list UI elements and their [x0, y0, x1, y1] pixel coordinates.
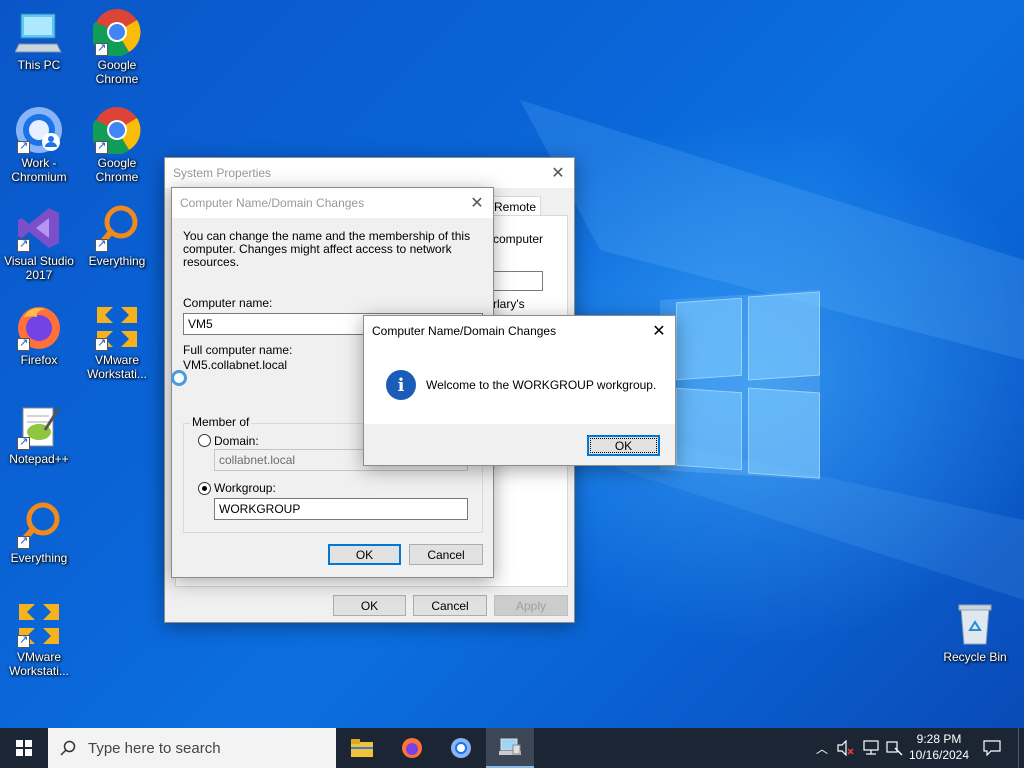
desktop-icon-vmware-2[interactable]: VMware Workstati...	[0, 600, 78, 678]
notepad-plus-plus-icon	[15, 402, 63, 450]
desktop-icon-google-chrome-1[interactable]: Google Chrome	[78, 8, 156, 86]
system-properties-icon	[499, 738, 521, 755]
domain-changes-titlebar: Computer Name/Domain Changes ✕	[172, 188, 493, 218]
loading-cursor-icon	[171, 370, 187, 386]
this-pc-icon	[14, 8, 63, 56]
desktop-icon-recycle-bin[interactable]: Recycle Bin	[936, 600, 1014, 664]
desktop-icon-google-chrome-2[interactable]: Google Chrome	[78, 106, 156, 184]
partial-description-text: computer	[493, 232, 544, 246]
full-computer-name-value: VM5.collabnet.local	[183, 358, 288, 372]
system-properties-titlebar: System Properties ✕	[165, 158, 574, 188]
desktop-icon-firefox[interactable]: Firefox	[0, 303, 78, 367]
domain-changes-cancel-button[interactable]: Cancel	[409, 544, 483, 565]
recycle-bin-icon	[951, 600, 999, 648]
welcome-message-text: Welcome to the WORKGROUP workgroup.	[426, 378, 657, 392]
domain-radio[interactable]	[198, 434, 211, 447]
chrome-icon	[91, 106, 141, 156]
desktop-icon-vmware-1[interactable]: VMware Workstati...	[78, 303, 156, 381]
firefox-icon	[15, 303, 63, 351]
taskbar: Type here to search ︿ 9:28 PM 10/16/2024	[0, 728, 1024, 768]
close-icon[interactable]: ✕	[643, 316, 675, 346]
notification-icon	[983, 740, 1001, 756]
workgroup-radio[interactable]	[198, 482, 211, 495]
search-placeholder: Type here to search	[88, 739, 221, 757]
chromium-icon	[451, 738, 471, 758]
chevron-up-icon: ︿	[815, 741, 828, 756]
shortcut-arrow-icon	[95, 336, 108, 351]
shortcut-arrow-icon	[17, 435, 30, 450]
volume-muted-icon	[837, 740, 854, 756]
windows-start-icon	[16, 740, 32, 756]
language-button[interactable]	[884, 728, 906, 768]
intro-text: You can change the name and the membersh…	[183, 229, 471, 269]
vmware-icon	[93, 303, 141, 351]
close-icon[interactable]: ✕	[461, 188, 493, 218]
desktop-icon-notepad-plus-plus[interactable]: Notepad++	[0, 402, 78, 466]
shortcut-arrow-icon	[95, 41, 108, 56]
domain-label: Domain:	[214, 434, 259, 448]
network-button[interactable]	[860, 728, 882, 768]
workgroup-input[interactable]: WORKGROUP	[214, 498, 468, 520]
shortcut-arrow-icon	[95, 237, 108, 252]
partial-organization-text: rlary's	[493, 297, 525, 311]
taskbar-search-box[interactable]: Type here to search	[48, 728, 336, 768]
message-box-ok-button[interactable]: OK	[587, 435, 660, 456]
dialog-title: Computer Name/Domain Changes	[180, 196, 365, 210]
clock-time: 9:28 PM	[916, 732, 962, 746]
everything-search-icon	[15, 501, 63, 549]
chromium-icon	[15, 106, 63, 154]
desktop-icon-everything-1[interactable]: Everything	[78, 204, 156, 268]
volume-muted-button[interactable]	[834, 728, 858, 768]
search-icon	[60, 740, 76, 756]
message-box-title: Computer Name/Domain Changes	[372, 324, 557, 338]
shortcut-arrow-icon	[17, 633, 30, 648]
close-icon[interactable]: ✕	[542, 158, 574, 188]
chrome-icon	[91, 8, 141, 58]
computer-name-label: Computer name:	[183, 296, 273, 310]
vmware-icon	[15, 600, 63, 648]
keyboard-layout-icon	[886, 741, 903, 756]
system-properties-cancel-button[interactable]: Cancel	[413, 595, 487, 616]
firefox-icon	[402, 738, 422, 758]
full-computer-name-label: Full computer name:	[183, 343, 293, 357]
file-explorer-icon	[351, 739, 373, 757]
desktop-icon-work-chromium[interactable]: Work - Chromium	[0, 106, 78, 184]
shortcut-arrow-icon	[17, 336, 30, 351]
network-icon	[863, 740, 879, 755]
desktop-icon-visual-studio[interactable]: Visual Studio 2017	[0, 204, 78, 282]
show-hidden-icons-button[interactable]: ︿	[812, 728, 832, 768]
visual-studio-icon	[15, 204, 63, 252]
shortcut-arrow-icon	[17, 139, 30, 154]
taskbar-system-properties[interactable]	[486, 728, 534, 768]
taskbar-clock[interactable]: 9:28 PM 10/16/2024	[906, 731, 972, 763]
taskbar-chromium[interactable]	[437, 728, 485, 768]
welcome-message-box: Computer Name/Domain Changes ✕ i Welcome…	[363, 315, 676, 466]
computer-description-field[interactable]	[491, 271, 543, 291]
system-properties-apply-button[interactable]: Apply	[494, 595, 568, 616]
workgroup-label: Workgroup:	[214, 481, 276, 495]
info-icon: i	[386, 370, 416, 400]
domain-changes-ok-button[interactable]: OK	[328, 544, 401, 565]
show-desktop-strip[interactable]	[1018, 728, 1024, 768]
action-center-button[interactable]	[978, 728, 1006, 768]
tab-remote[interactable]: Remote	[491, 196, 541, 216]
window-title: System Properties	[173, 166, 272, 180]
shortcut-arrow-icon	[17, 237, 30, 252]
shortcut-arrow-icon	[95, 139, 108, 154]
start-button[interactable]	[0, 728, 48, 768]
message-box-titlebar: Computer Name/Domain Changes ✕	[364, 316, 675, 346]
taskbar-firefox[interactable]	[388, 728, 436, 768]
everything-search-icon	[93, 204, 141, 252]
desktop-icon-this-pc[interactable]: This PC	[0, 8, 78, 72]
taskbar-file-explorer[interactable]	[338, 728, 386, 768]
shortcut-arrow-icon	[17, 534, 30, 549]
clock-date: 10/16/2024	[908, 748, 970, 762]
system-properties-ok-button[interactable]: OK	[333, 595, 406, 616]
member-of-label: Member of	[190, 415, 252, 429]
desktop-icon-everything-2[interactable]: Everything	[0, 501, 78, 565]
